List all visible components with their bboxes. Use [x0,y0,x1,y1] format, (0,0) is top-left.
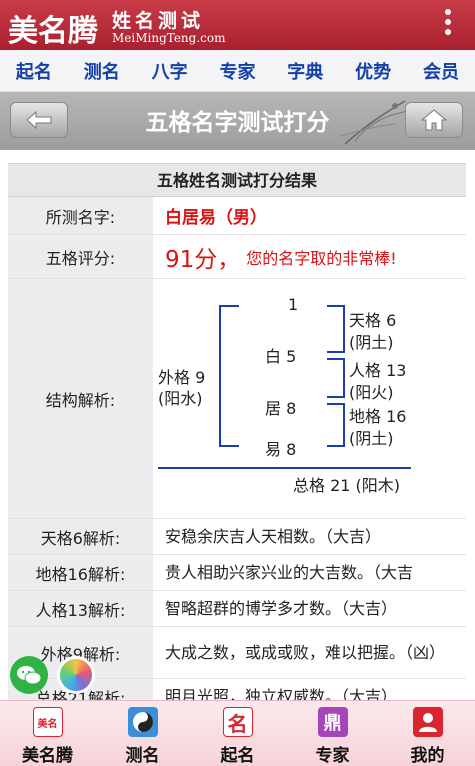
page-titlebar: 五格名字测试打分 [0,92,475,150]
tab-ceming[interactable]: 测名 [95,701,190,766]
main-nav: 起名 测名 八字 专家 字典 优势 会员 [0,50,475,92]
taiji-icon [127,707,158,737]
score-value: 91分， [165,246,241,273]
bottom-tab-bar: 美名 美名腾 测名 名 起名 鼎 专家 我的 [0,700,475,766]
brush-icon: 名 [222,707,253,737]
app-header: 美名腾 姓名测试 MeiMingTeng.com [0,0,475,50]
ren-grid-label: 人格 13 [349,361,407,380]
analysis-row: 地格16解析: 贵人相助兴家兴业的大吉数。（大吉 [8,555,466,591]
nav-item-youshi[interactable]: 优势 [355,58,391,84]
nav-item-bazi[interactable]: 八字 [152,58,188,84]
tab-label: 起名 [220,746,255,766]
nav-item-qiming[interactable]: 起名 [16,58,52,84]
score-comment: 您的名字取的非常棒! [246,248,397,268]
analysis-label: 人格13解析: [8,591,153,626]
brand-logo-icon: 美名 [32,707,63,737]
struct-char-1: 1 [288,295,299,314]
expert-icon: 鼎 [317,707,348,737]
nav-item-zhuanjia[interactable]: 专家 [219,58,255,84]
analysis-text: 安稳余庆吉人天相数。（大吉） [165,526,382,546]
struct-char-3: 居 8 [265,399,297,418]
tab-label: 美名腾 [22,746,73,766]
tab-qiming[interactable]: 名 起名 [190,701,285,766]
more-menu-icon[interactable] [443,9,453,43]
tab-label: 我的 [410,746,445,766]
user-icon [412,707,443,737]
wechat-bubble-icon [17,666,42,685]
nav-item-huiyuan[interactable]: 会员 [423,58,459,84]
struct-char-4: 易 8 [265,440,297,459]
tab-label: 测名 [125,746,160,766]
tab-wode[interactable]: 我的 [380,701,475,766]
result-card: 五格姓名测试打分结果 所测名字: 白居易（男） 五格评分: 91分， 您的名字取… [8,163,466,703]
name-label: 所测名字: [8,197,153,234]
analysis-text: 智略超群的博学多才数。（大吉） [165,598,398,618]
tab-label: 专家 [315,746,350,766]
page-title: 五格名字测试打分 [145,110,330,136]
analysis-label: 天格6解析: [8,519,153,554]
analysis-label: 地格16解析: [8,555,153,590]
tab-meimingteng[interactable]: 美名 美名腾 [0,701,95,766]
card-title: 五格姓名测试打分结果 [8,163,466,197]
total-grid-label: 总格 21 (阳木) [293,476,401,495]
ren-grid-element: (阳火) [349,383,394,402]
app-logo[interactable]: 美名腾 [8,6,98,50]
struct-char-2: 白 5 [265,347,297,366]
name-value: 白居易（男） [165,208,267,228]
home-button[interactable] [405,102,463,138]
tab-zhuanjia[interactable]: 鼎 专家 [285,701,380,766]
structure-row: 结构解析: 1 白 5 居 8 易 8 外格 9 (阳水) 天格 6 (阴土) … [8,279,466,519]
structure-label: 结构解析: [8,279,153,518]
analysis-text: 大成之数，或成或败，难以把握。（凶） [165,642,446,662]
score-row: 五格评分: 91分， 您的名字取的非常棒! [8,235,466,279]
analysis-row: 人格13解析: 智略超群的博学多才数。（大吉） [8,591,466,627]
wechat-share-icon[interactable] [10,656,48,694]
logo-subtitle: 姓名测试 [112,10,205,32]
analysis-text: 贵人相助兴家兴业的大吉数。（大吉 [165,562,414,582]
analysis-row: 天格6解析: 安稳余庆吉人天相数。（大吉） [8,519,466,555]
photos-share-icon[interactable] [57,656,95,694]
tian-grid-element: (阴土) [349,333,394,352]
score-label: 五格评分: [8,235,153,278]
home-icon [421,109,447,131]
di-grid-label: 地格 16 [349,407,407,426]
di-grid-element: (阴土) [349,429,394,448]
wuge-structure-diagram: 1 白 5 居 8 易 8 外格 9 (阳水) 天格 6 (阴土) 人格 13 … [153,279,466,519]
outer-grid-element: (阳水) [158,389,203,408]
logo-domain: MeiMingTeng.com [112,31,226,45]
nav-item-zidian[interactable]: 字典 [287,58,323,84]
tian-grid-label: 天格 6 [349,311,397,330]
name-row: 所测名字: 白居易（男） [8,197,466,235]
nav-item-ceming[interactable]: 测名 [84,58,120,84]
